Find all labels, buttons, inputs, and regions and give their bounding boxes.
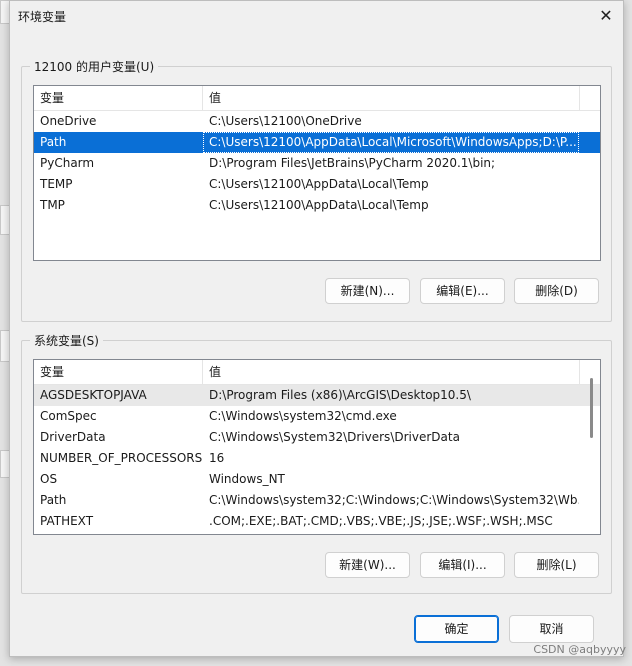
dialog-title: 环境变量 [18, 10, 67, 24]
variable-name-cell: OS [40, 472, 58, 486]
variable-value-cell: C:\Users\12100\AppData\Local\Temp [209, 198, 429, 212]
system-variables-label: 系统变量(S) [30, 332, 103, 349]
watermark: CSDN @aqbyyyy [533, 643, 626, 656]
table-row[interactable]: Path C:\Windows\system32;C:\Windows;C:\Wi… [34, 490, 600, 511]
table-row[interactable]: AGSDESKTOPJAVA D:\Program Files (x86)\Arc… [34, 385, 600, 406]
table-row[interactable]: PATHEXT .COM;.EXE;.BAT;.CMD;.VBS;.VBE;.JS… [34, 511, 600, 532]
variable-value-cell: D:\Program Files\JetBrains\PyCharm 2020.… [209, 156, 496, 170]
user-variables-list[interactable]: 变量 值 OneDrive C:\Users\12100\OneDrive Path… [33, 85, 601, 261]
close-icon[interactable]: ✕ [595, 5, 617, 27]
variable-name-cell: TEMP [40, 177, 73, 191]
variable-name-cell: ComSpec [40, 409, 97, 423]
user-edit-button[interactable]: 编辑(E)... [420, 278, 505, 304]
table-row[interactable]: TEMP C:\Users\12100\AppData\Local\Temp [34, 174, 600, 195]
variable-value-cell: .COM;.EXE;.BAT;.CMD;.VBS;.VBE;.JS;.JSE;.… [209, 514, 553, 528]
system-variables-list[interactable]: 变量 值 AGSDESKTOPJAVA D:\Program Files (x86… [33, 359, 601, 535]
table-row[interactable]: OneDrive C:\Users\12100\OneDrive [34, 111, 600, 132]
table-row[interactable]: NUMBER_OF_PROCESSORS 16 [34, 448, 600, 469]
column-header-value[interactable]: 值 [203, 86, 580, 110]
list-header: 变量 值 [34, 86, 600, 111]
system-new-button[interactable]: 新建(W)... [325, 552, 410, 578]
variable-value-cell: Windows_NT [209, 472, 285, 486]
variable-name-cell: PATHEXT [40, 514, 94, 528]
environment-variables-dialog: 环境变量 ✕ 12100 的用户变量(U) 变量 值 OneDrive C:\Us… [9, 0, 624, 657]
user-delete-button[interactable]: 删除(D) [514, 278, 599, 304]
title-bar: 环境变量 ✕ [10, 1, 623, 31]
variable-name-cell: TMP [40, 198, 65, 212]
variable-name-cell: NUMBER_OF_PROCESSORS [40, 451, 203, 465]
variable-value-cell: C:\Users\12100\AppData\Local\Temp [209, 177, 429, 191]
cancel-button[interactable]: 取消 [509, 615, 594, 643]
variable-value-cell: C:\Windows\system32;C:\Windows;C:\Window… [209, 493, 579, 507]
variable-value-cell: C:\Windows\system32\cmd.exe [209, 409, 397, 423]
variable-value-cell: C:\Users\12100\AppData\Local\Microsoft\W… [203, 132, 579, 153]
ok-button[interactable]: 确定 [414, 615, 499, 643]
variable-name-cell: AGSDESKTOPJAVA [40, 388, 147, 402]
system-edit-button[interactable]: 编辑(I)... [420, 552, 505, 578]
column-header-value[interactable]: 值 [203, 360, 580, 384]
column-header-name[interactable]: 变量 [34, 86, 203, 110]
variable-name-cell: DriverData [40, 430, 106, 444]
variable-name-cell: Path [40, 493, 67, 507]
table-row[interactable]: TMP C:\Users\12100\AppData\Local\Temp [34, 195, 600, 216]
variable-value-cell: C:\Users\12100\OneDrive [209, 114, 362, 128]
vertical-scrollbar[interactable] [582, 360, 600, 534]
variable-value-cell: D:\Program Files (x86)\ArcGIS\Desktop10.… [209, 388, 471, 402]
user-new-button[interactable]: 新建(N)... [325, 278, 410, 304]
column-header-name[interactable]: 变量 [34, 360, 203, 384]
variable-value-cell: C:\Windows\System32\Drivers\DriverData [209, 430, 460, 444]
variable-name-cell: OneDrive [40, 114, 97, 128]
variable-name-cell: PyCharm [40, 156, 95, 170]
list-header: 变量 值 [34, 360, 600, 385]
table-row[interactable]: OS Windows_NT [34, 469, 600, 490]
user-variables-label: 12100 的用户变量(U) [30, 58, 159, 75]
system-delete-button[interactable]: 删除(L) [514, 552, 599, 578]
variable-name-cell: Path [40, 135, 67, 149]
table-row[interactable]: Path C:\Users\12100\AppData\Local\Microso… [34, 132, 600, 153]
table-row[interactable]: PyCharm D:\Program Files\JetBrains\PyChar… [34, 153, 600, 174]
variable-value-cell: 16 [209, 451, 225, 465]
table-row[interactable]: DriverData C:\Windows\System32\Drivers\Dr… [34, 427, 600, 448]
scrollbar-thumb[interactable] [590, 378, 593, 438]
table-row[interactable]: ComSpec C:\Windows\system32\cmd.exe [34, 406, 600, 427]
